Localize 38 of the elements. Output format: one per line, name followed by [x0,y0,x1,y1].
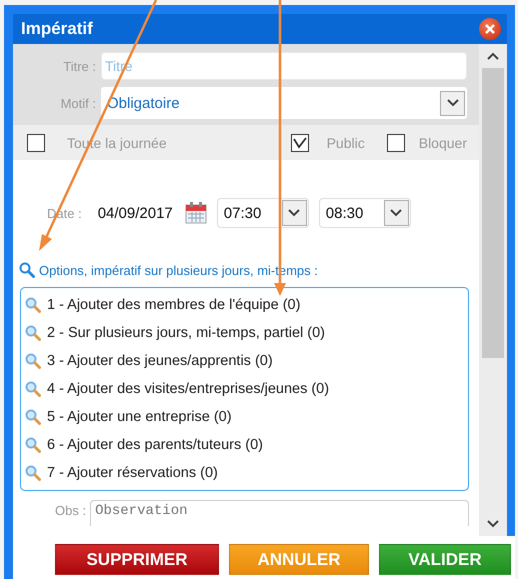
option-item[interactable]: 5 - Ajouter une entreprise (0) [25,403,468,431]
observation-field[interactable]: Observation [90,500,469,526]
time-dropdown[interactable]: 07:30 [216,198,309,228]
window-title: Impératif [21,19,93,39]
chevron-down-icon [446,99,458,107]
time-dropdown[interactable]: 08:30 [318,198,411,228]
close-button[interactable] [479,18,501,40]
magnifier-icon [25,465,41,481]
checkbox[interactable] [27,134,45,152]
field-label: Obs : [55,503,86,518]
option-item[interactable]: 4 - Ajouter des visites/entreprises/jeunes (0) [25,375,468,403]
magnifier-icon [25,381,41,397]
calendar-icon[interactable] [184,202,207,224]
option-item[interactable]: 1 - Ajouter des membres de l'équipe (0) [25,291,468,319]
checkbox-label: Bloquer [418,134,467,150]
magnifier-icon [25,325,41,341]
option-item[interactable]: 6 - Ajouter des parents/tuteurs (0) [25,431,468,459]
checkbox[interactable] [290,134,309,152]
magnifier-icon [25,353,41,369]
option-item[interactable]: 2 - Sur plusieurs jours, mi-temps, partiel (0) [25,319,468,347]
delete-button[interactable]: SUPPRIMER [55,544,219,575]
magnifier-icon [19,262,35,278]
magnifier-icon [25,297,41,313]
magnifier-icon [25,437,41,453]
option-item[interactable]: 7 - Ajouter réservations (0) [25,459,468,487]
chevron-down-icon [390,209,402,217]
chevron-down-icon [487,520,499,528]
checkbox-label: Public [326,134,365,150]
date-value: 04/09/2017 [98,204,173,222]
chevron-up-icon [487,52,499,60]
chevron-down-icon [288,209,300,217]
field-label: Titre : [62,58,97,74]
option-item[interactable]: 3 - Ajouter des jeunes/apprentis (0) [25,347,468,375]
checkbox[interactable] [386,134,405,152]
magnifier-icon [25,409,41,425]
field-label: Motif : [60,96,97,110]
scrollbar[interactable] [479,44,507,536]
close-icon [485,24,495,34]
